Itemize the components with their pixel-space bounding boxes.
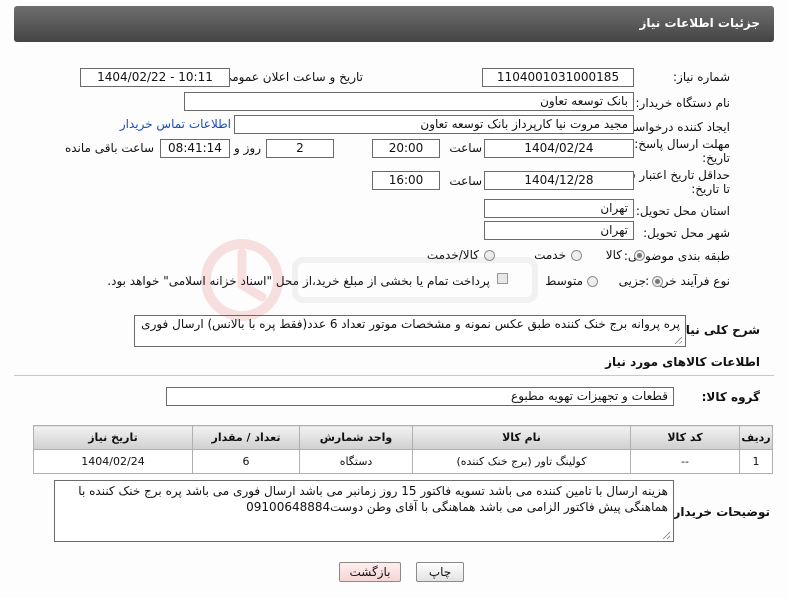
response-time-label: ساعت [449,141,482,155]
announce-datetime-label: تاریخ و ساعت اعلان عمومی: [218,70,363,84]
need-number-label: شماره نیاز: [673,70,730,84]
goods-group-field[interactable]: قطعات و تجهیزات تهویه مطبوع [166,387,674,406]
section-divider [14,375,774,376]
treasury-payment-text: پرداخت تمام یا بخشی از مبلغ خرید،از محل … [107,274,490,288]
process-option-minor: جزیی [618,274,646,288]
resize-grip-icon[interactable] [675,337,682,344]
table-header-row: ردیف کد کالا نام کالا واحد شمارش تعداد /… [33,425,773,450]
price-validity-time-field[interactable]: 16:00 [372,171,440,190]
price-validity-time-label: ساعت [449,174,482,188]
remaining-days-field[interactable]: 2 [266,139,334,158]
table-row[interactable]: 1 -- کولینگ تاور (برج خنک کننده) دستگاه … [33,449,773,474]
column-header-unit: واحد شمارش [299,425,413,450]
delivery-province-field[interactable]: تهران [484,199,634,218]
buyer-org-label: نام دستگاه خریدار: [635,96,731,110]
cell-unit: دستگاه [299,449,413,474]
resize-grip-icon[interactable] [663,532,670,539]
buyer-notes-label: توضیحات خریدار: [668,505,770,519]
days-label: روز و [234,141,261,155]
buyer-contact-link[interactable]: اطلاعات تماس خریدار [120,117,231,131]
buyer-org-field[interactable]: بانک توسعه تعاون [184,92,634,111]
cell-need-date: 1404/02/24 [33,449,193,474]
buyer-notes-field[interactable]: هزینه ارسال با تامین کننده می باشد تسویه… [54,480,674,542]
goods-table: ردیف کد کالا نام کالا واحد شمارش تعداد /… [33,425,773,474]
column-header-row-number: ردیف [739,425,773,450]
delivery-city-label: شهر محل تحویل: [643,226,730,240]
treasury-payment-checkbox[interactable] [497,273,508,284]
delivery-city-field[interactable]: تهران [484,221,634,240]
page-title: جزئیات اطلاعات نیاز [639,16,760,30]
back-button[interactable]: بازگشت [339,562,401,582]
column-header-need-date: تاریخ نیاز [33,425,193,450]
category-radio-goods[interactable] [634,250,645,261]
column-header-quantity: تعداد / مقدار [192,425,300,450]
category-option-goods-service: کالا/خدمت [426,248,479,262]
process-option-medium: متوسط [545,274,583,288]
price-validity-label-2: تا تاریخ: [691,182,730,196]
general-description-label: شرح کلی نیاز: [674,323,760,337]
buyer-notes-text: هزینه ارسال با تامین کننده می باشد تسویه… [78,484,668,514]
response-deadline-label: مهلت ارسال پاسخ: تا [623,137,730,151]
process-radio-medium[interactable] [587,276,598,287]
price-validity-date-field[interactable]: 1404/12/28 [484,171,634,190]
delivery-province-label: استان محل تحویل: [635,204,730,218]
cell-row-number: 1 [739,449,773,474]
general-description-field[interactable]: پره پروانه برج خنک کننده طبق عکس نمونه و… [134,315,686,347]
goods-section-title: اطلاعات کالاهای مورد نیاز [605,355,760,369]
remaining-time-label: ساعت باقی مانده [64,141,154,155]
category-option-service: خدمت [534,248,566,262]
announce-datetime-field[interactable]: 1404/02/22 - 10:11 [80,68,230,87]
cell-quantity: 6 [192,449,300,474]
goods-group-label: گروه کالا: [701,390,760,404]
response-deadline-label-2: تاریخ: [702,151,730,165]
cell-goods-code: -- [630,449,740,474]
remaining-time-field[interactable]: 08:41:14 [160,139,230,158]
category-option-goods: کالا [605,248,622,262]
page-header: جزئیات اطلاعات نیاز [14,6,774,42]
response-date-field[interactable]: 1404/02/24 [484,139,634,158]
category-radio-goods-service[interactable] [484,250,495,261]
print-button[interactable]: چاپ [416,562,464,582]
process-radio-minor[interactable] [652,276,663,287]
column-header-goods-code: کد کالا [630,425,740,450]
requester-field[interactable]: مجید مروت نیا کارپرداز بانک توسعه تعاون [234,115,634,134]
cell-goods-name: کولینگ تاور (برج خنک کننده) [412,449,631,474]
category-radio-service[interactable] [571,250,582,261]
requester-label: ایجاد کننده درخواست: [619,120,730,134]
general-description-text: پره پروانه برج خنک کننده طبق عکس نمونه و… [141,317,680,331]
response-time-field[interactable]: 20:00 [372,139,440,158]
need-number-field[interactable]: 1104001031000185 [482,68,634,87]
column-header-goods-name: نام کالا [412,425,631,450]
